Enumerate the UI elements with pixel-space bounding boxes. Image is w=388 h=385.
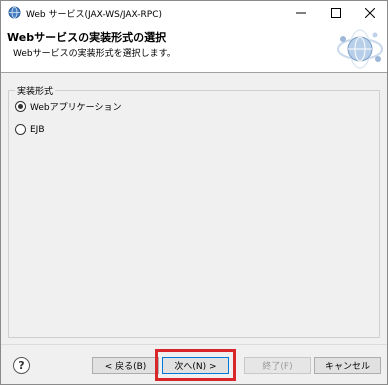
- maximize-icon: [331, 8, 341, 18]
- minimize-icon: [296, 12, 306, 14]
- back-button[interactable]: < 戻る(B): [92, 357, 159, 374]
- page-title: Webサービスの実装形式の選択: [7, 31, 167, 44]
- window-title: Web サービス(JAX-WS/JAX-RPC): [26, 10, 162, 20]
- globe-network-icon: [337, 29, 383, 69]
- minimize-button[interactable]: [284, 1, 318, 25]
- close-button[interactable]: [353, 1, 387, 25]
- highlight-box: [155, 349, 236, 381]
- dialog-window: Web サービス(JAX-WS/JAX-RPC) Webサービスの実装形式の選択…: [0, 0, 388, 385]
- option-ejb[interactable]: EJB: [15, 124, 45, 135]
- help-icon: ?: [18, 359, 25, 372]
- radio-web-application[interactable]: [15, 101, 26, 112]
- wizard-header: Webサービスの実装形式の選択 Webサービスの実装形式を選択します。: [1, 25, 387, 73]
- web-service-icon: [8, 6, 21, 19]
- option-label: EJB: [30, 124, 45, 135]
- title-bar: Web サービス(JAX-WS/JAX-RPC): [1, 1, 387, 25]
- close-icon: [365, 8, 375, 18]
- help-button[interactable]: ?: [13, 357, 30, 374]
- cancel-button[interactable]: キャンセル: [314, 357, 381, 374]
- finish-button[interactable]: 終了(F): [244, 357, 311, 374]
- implementation-type-group: 実装形式 Webアプリケーション EJB: [8, 84, 380, 338]
- footer-separator: [1, 344, 387, 345]
- option-label: Webアプリケーション: [30, 103, 122, 113]
- wizard-content: 実装形式 Webアプリケーション EJB: [1, 74, 387, 344]
- maximize-button[interactable]: [319, 1, 353, 25]
- option-web-application[interactable]: Webアプリケーション: [15, 100, 121, 113]
- group-label: 実装形式: [15, 84, 56, 97]
- page-description: Webサービスの実装形式を選択します。: [13, 49, 176, 59]
- radio-ejb[interactable]: [15, 124, 26, 135]
